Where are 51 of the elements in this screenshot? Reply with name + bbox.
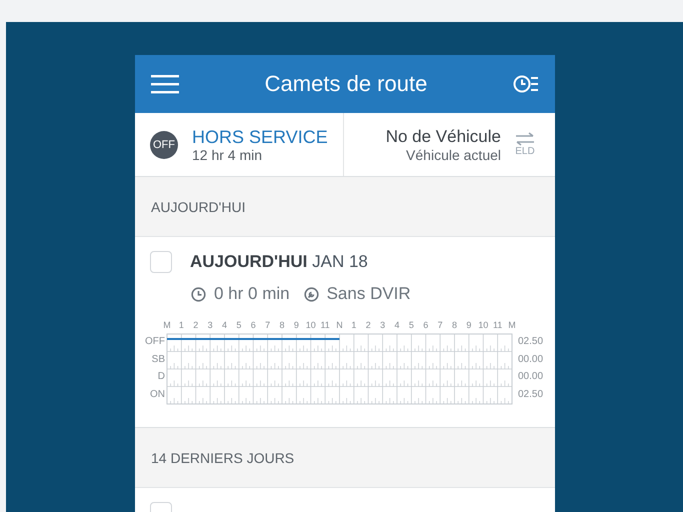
hour-label: 11 [492, 320, 504, 330]
duty-row-label: D [158, 370, 165, 384]
duty-row-total: 02.50 [518, 388, 544, 402]
hour-label: 9 [465, 320, 472, 330]
dvir-status: Sans DVIR [326, 284, 411, 304]
duty-row-label: OFF [145, 335, 165, 349]
hour-label: 9 [292, 320, 300, 330]
duty-status-badge: OFF [150, 130, 178, 158]
hour-label: 4 [220, 320, 228, 330]
hour-label: M [507, 320, 517, 330]
clock-list-icon[interactable] [513, 74, 539, 94]
day-title[interactable]: AUJOURD'HUI JAN 18 [190, 252, 368, 272]
hour-label: 7 [436, 320, 444, 330]
hour-label: 1 [178, 320, 185, 330]
hour-label: 5 [408, 320, 415, 330]
vehicle-subtitle: Véhicule actuel [406, 146, 501, 164]
duty-duration: 12 hr 4 min [192, 146, 264, 162]
duty-row-label: ON [150, 388, 165, 402]
hour-label: 6 [422, 320, 430, 330]
section-title: AUJOURD'HUI [151, 198, 246, 214]
driving-time: 0 hr 0 min [214, 284, 290, 304]
eld-switch-button[interactable]: ELD [515, 132, 535, 157]
duty-status[interactable]: HORS SERVICE [192, 126, 328, 146]
hour-label: 3 [206, 320, 214, 330]
duty-row-label: SB [152, 352, 165, 366]
hour-label: N [335, 320, 344, 330]
swap-arrows-icon [515, 132, 535, 146]
day-checkbox[interactable] [150, 251, 172, 273]
hour-label: 2 [364, 320, 372, 330]
hour-label: 3 [379, 320, 386, 330]
hour-label: 8 [450, 320, 458, 330]
hour-label: 2 [192, 320, 200, 330]
hour-label: 8 [278, 320, 286, 330]
hour-label: 5 [235, 320, 242, 330]
menu-icon[interactable] [151, 74, 179, 94]
duty-row-total: 00.00 [518, 370, 544, 384]
hour-label: M [162, 320, 172, 330]
hour-label: 4 [393, 320, 400, 330]
app-title: Camets de route [264, 71, 428, 97]
clock-icon [191, 286, 206, 302]
duty-row-total: 00.00 [518, 352, 544, 366]
hour-label: 10 [304, 320, 317, 330]
hour-label: 1 [350, 320, 358, 330]
duty-row-total: 02.50 [518, 335, 544, 349]
vehicle-number: No de Véhicule [386, 126, 501, 146]
hour-label: 7 [264, 320, 272, 330]
hour-label: 10 [477, 320, 490, 330]
hour-label: 6 [250, 320, 257, 330]
wrench-icon [304, 286, 319, 302]
section-title: 14 DERNIERS JOURS [151, 450, 294, 466]
hour-label: 11 [319, 320, 331, 330]
